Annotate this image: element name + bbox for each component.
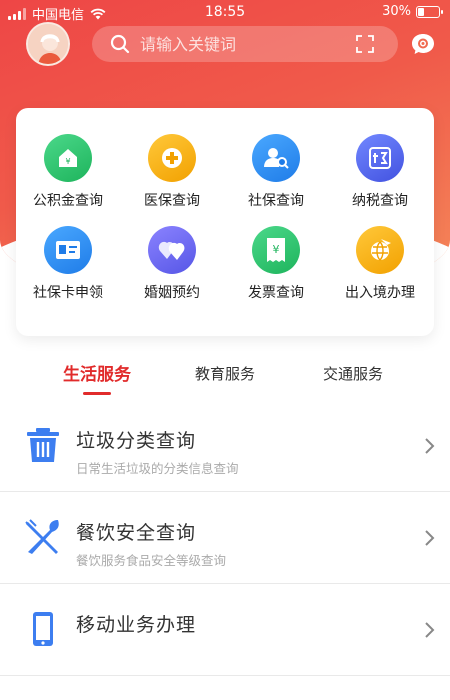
list-item-title: 移动业务办理 [76,614,197,636]
status-bar: 中国电信 18:55 30% [0,0,450,24]
trash-bin-icon [27,428,59,462]
service-label: 纳税查询 [352,193,408,209]
medical-insurance-icon [148,134,196,182]
service-label: 出入境办理 [345,285,415,301]
globe-plane-icon [356,226,404,274]
service-marriage[interactable]: 婚姻预约 [120,226,224,302]
service-tax[interactable]: 纳税查询 [328,134,432,210]
service-housing-fund[interactable]: ¥ 公积金查询 [16,134,120,210]
marriage-heart-icon [148,226,196,274]
housing-fund-icon: ¥ [44,134,92,182]
services-card: ¥ 公积金查询 医保查询 社保查询 纳税查询 社保卡申领 婚姻预约 ¥ 发票查询… [16,108,434,336]
list-item-mobile-business[interactable]: 移动业务办理 [0,584,450,676]
invoice-icon: ¥ [252,226,300,274]
message-icon[interactable] [410,32,436,56]
chevron-right-icon [425,530,435,546]
scan-icon[interactable] [356,35,374,53]
avatar[interactable] [26,22,70,66]
service-label: 发票查询 [248,285,304,301]
service-label: 社保查询 [248,193,304,209]
list-item-food-safety[interactable]: 餐饮安全查询 餐饮服务食品安全等级查询 [0,492,450,584]
mobile-phone-icon [33,612,53,646]
list-item-title: 垃圾分类查询 [76,430,197,452]
search-input[interactable] [140,34,340,54]
svg-text:¥: ¥ [273,243,280,256]
list-item-subtitle: 餐饮服务食品安全等级查询 [76,553,227,568]
fork-knife-icon [25,519,59,554]
service-invoice[interactable]: ¥ 发票查询 [224,226,328,302]
battery-percent: 30% [382,4,411,19]
service-social-security-card[interactable]: 社保卡申领 [16,226,120,302]
service-medical-insurance[interactable]: 医保查询 [120,134,224,210]
svg-text:¥: ¥ [65,157,70,166]
battery-icon [416,5,443,18]
service-immigration[interactable]: 出入境办理 [328,226,432,302]
active-tab-indicator [83,392,111,395]
tax-icon [356,134,404,182]
chevron-right-icon [425,622,435,638]
tab-traffic-services[interactable]: 交通服务 [293,363,413,384]
service-social-security[interactable]: 社保查询 [224,134,328,210]
list-item-subtitle: 日常生活垃圾的分类信息查询 [76,461,239,476]
tab-education-services[interactable]: 教育服务 [165,363,285,384]
service-label: 公积金查询 [33,193,103,209]
social-security-icon [252,134,300,182]
list-item-title: 餐饮安全查询 [76,522,197,544]
service-label: 医保查询 [144,193,200,209]
service-label: 社保卡申领 [33,285,103,301]
service-tabs: 生活服务 教育服务 交通服务 [0,360,450,396]
chevron-right-icon [425,438,435,454]
search-bar[interactable] [92,26,398,62]
list-item-garbage-sorting[interactable]: 垃圾分类查询 日常生活垃圾的分类信息查询 [0,400,450,492]
tab-life-services[interactable]: 生活服务 [37,360,157,385]
search-icon [110,34,130,54]
service-label: 婚姻预约 [144,285,200,301]
id-card-icon [44,226,92,274]
